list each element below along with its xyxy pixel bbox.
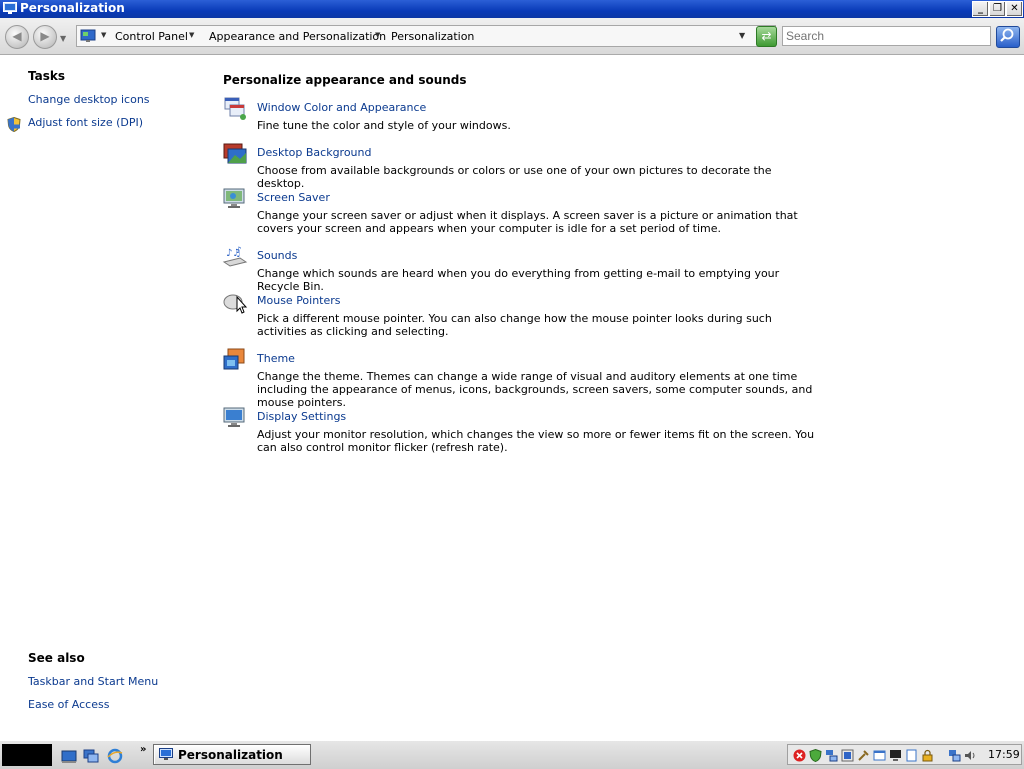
window-title: Personalization bbox=[20, 1, 125, 15]
desktop-background-icon bbox=[223, 143, 247, 164]
breadcrumb-appearance[interactable]: Appearance and Personalization bbox=[209, 30, 386, 43]
search-input[interactable] bbox=[782, 26, 991, 46]
back-button[interactable]: ◀ bbox=[5, 25, 29, 49]
quick-launch-more-icon[interactable]: » bbox=[140, 744, 146, 755]
taskbar: » Personalization 17:59 bbox=[0, 740, 1024, 769]
desktop-background-link[interactable]: Desktop Background bbox=[257, 146, 372, 159]
network-connection-icon[interactable] bbox=[948, 749, 961, 762]
theme-icon bbox=[223, 348, 245, 370]
minimize-button[interactable]: _ bbox=[972, 1, 989, 17]
see-also-heading: See also bbox=[28, 651, 85, 665]
sounds-link[interactable]: Sounds bbox=[257, 249, 297, 262]
ease-of-access-link[interactable]: Ease of Access bbox=[28, 698, 109, 711]
tray-monitor-icon[interactable] bbox=[889, 749, 902, 762]
tray-tools-icon[interactable] bbox=[857, 749, 870, 762]
forward-arrow-icon: ▶ bbox=[40, 29, 50, 43]
security-alert-icon[interactable] bbox=[793, 749, 806, 762]
address-bar[interactable]: ▼ Control Panel ▼ Appearance and Persona… bbox=[76, 25, 776, 47]
navigation-toolbar: ◀ ▶ ▼ ▼ Control Panel ▼ Appearance and P… bbox=[0, 18, 1024, 55]
adjust-font-size-link[interactable]: Adjust font size (DPI) bbox=[28, 116, 143, 129]
display-settings-description: Adjust your monitor resolution, which ch… bbox=[257, 428, 815, 454]
show-desktop-icon[interactable] bbox=[61, 748, 77, 764]
window-color-description: Fine tune the color and style of your wi… bbox=[257, 119, 511, 132]
mouse-pointers-icon bbox=[223, 294, 248, 314]
sounds-icon: ♪♫ ♪ bbox=[222, 246, 248, 267]
title-bar: Personalization _ ❐ ✕ bbox=[0, 0, 1024, 18]
tray-lock-icon[interactable] bbox=[921, 749, 934, 762]
screen-saver-icon bbox=[223, 188, 245, 208]
start-button[interactable] bbox=[2, 744, 52, 766]
change-desktop-icons-link[interactable]: Change desktop icons bbox=[28, 93, 150, 106]
breadcrumb-personalization[interactable]: Personalization bbox=[391, 30, 474, 43]
network-tray-icon[interactable] bbox=[825, 749, 838, 762]
mouse-pointers-description: Pick a different mouse pointer. You can … bbox=[257, 312, 772, 338]
breadcrumb-chevron-icon[interactable]: ▼ bbox=[189, 31, 194, 39]
recent-pages-dropdown[interactable]: ▼ bbox=[60, 34, 66, 43]
close-button[interactable]: ✕ bbox=[1006, 1, 1023, 17]
shield-tray-icon[interactable] bbox=[809, 749, 822, 762]
maximize-button[interactable]: ❐ bbox=[989, 1, 1006, 17]
tray-app-icon[interactable] bbox=[841, 749, 854, 762]
uac-shield-icon bbox=[7, 117, 21, 132]
breadcrumb-control-panel[interactable]: Control Panel bbox=[115, 30, 188, 43]
display-settings-link[interactable]: Display Settings bbox=[257, 410, 346, 423]
tasks-heading: Tasks bbox=[28, 69, 66, 83]
back-arrow-icon: ◀ bbox=[12, 29, 22, 43]
control-panel-icon bbox=[80, 29, 96, 42]
personalization-app-icon bbox=[3, 2, 17, 14]
window-color-icon bbox=[224, 97, 246, 120]
address-dropdown-icon[interactable]: ▼ bbox=[739, 31, 745, 40]
search-button[interactable] bbox=[996, 26, 1020, 48]
mouse-pointers-link[interactable]: Mouse Pointers bbox=[257, 294, 341, 307]
volume-icon[interactable] bbox=[964, 749, 977, 762]
theme-description: Change the theme. Themes can change a wi… bbox=[257, 370, 813, 409]
desktop-background-description: Choose from available backgrounds or col… bbox=[257, 164, 772, 190]
tray-window-icon[interactable] bbox=[873, 749, 886, 762]
forward-button[interactable]: ▶ bbox=[33, 25, 57, 49]
clock[interactable]: 17:59 bbox=[988, 748, 1020, 761]
personalization-app-icon bbox=[159, 748, 173, 760]
search-icon bbox=[1000, 28, 1014, 42]
refresh-button[interactable]: ⇄ bbox=[756, 26, 777, 47]
sounds-description: Change which sounds are heard when you d… bbox=[257, 267, 780, 293]
internet-explorer-icon[interactable] bbox=[107, 748, 123, 764]
theme-link[interactable]: Theme bbox=[257, 352, 295, 365]
taskbar-start-menu-link[interactable]: Taskbar and Start Menu bbox=[28, 675, 158, 688]
taskbar-button-label: Personalization bbox=[178, 748, 283, 762]
system-tray: 17:59 bbox=[787, 744, 1022, 765]
window-color-link[interactable]: Window Color and Appearance bbox=[257, 101, 426, 114]
switch-windows-icon[interactable] bbox=[83, 748, 99, 764]
page-title: Personalize appearance and sounds bbox=[223, 73, 467, 87]
tray-document-icon[interactable] bbox=[905, 749, 918, 762]
screen-saver-description: Change your screen saver or adjust when … bbox=[257, 209, 798, 235]
breadcrumb-chevron-icon[interactable]: ▼ bbox=[375, 31, 380, 39]
display-settings-icon bbox=[223, 407, 245, 427]
screen-saver-link[interactable]: Screen Saver bbox=[257, 191, 330, 204]
breadcrumb-root-chevron-icon[interactable]: ▼ bbox=[101, 31, 106, 39]
svg-text:♪: ♪ bbox=[236, 246, 242, 256]
taskbar-button-personalization[interactable]: Personalization bbox=[153, 744, 311, 765]
refresh-icon: ⇄ bbox=[761, 29, 772, 43]
